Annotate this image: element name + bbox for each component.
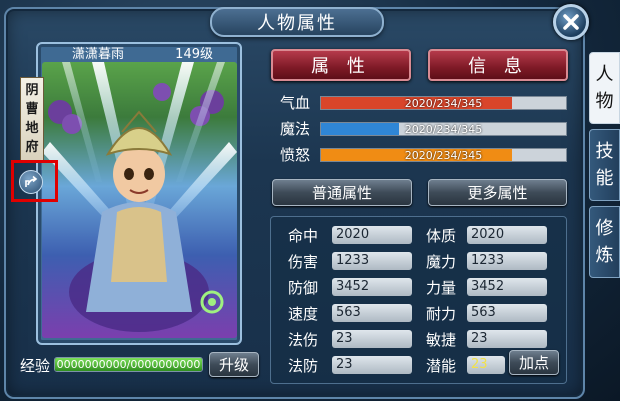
- highlight-box: [11, 160, 58, 202]
- stat-label: 魔力: [426, 253, 457, 271]
- school-char: 府: [25, 140, 39, 155]
- stat-value: 563: [467, 304, 547, 322]
- tab-normal-attributes[interactable]: 普通属性: [272, 179, 412, 206]
- stat-label: 防御: [288, 279, 319, 297]
- stat-value: 3452: [467, 278, 547, 296]
- stat-value: 23: [332, 356, 412, 374]
- school-char: 阴: [25, 83, 39, 98]
- hp-value: 2020/234/345: [404, 97, 483, 110]
- stat-label: 速度: [288, 305, 319, 323]
- stat-value: 23: [332, 330, 412, 348]
- stat-label: 法防: [288, 357, 319, 375]
- tab-attributes[interactable]: 属 性: [271, 49, 411, 81]
- character-portrait: [42, 62, 237, 338]
- character-name: 潇潇暮雨: [72, 46, 125, 62]
- rage-label: 愤怒: [280, 146, 311, 164]
- stat-label: 敏捷: [426, 331, 457, 349]
- tab-more-attributes[interactable]: 更多属性: [428, 179, 567, 206]
- side-tab-char: 修: [595, 218, 614, 239]
- stat-value: 1233: [467, 252, 547, 270]
- school-char: 地: [25, 121, 39, 136]
- side-tab-char: 物: [595, 91, 614, 112]
- tab-info[interactable]: 信 息: [428, 49, 568, 81]
- stat-value: 3452: [332, 278, 412, 296]
- stat-value: 23: [467, 330, 547, 348]
- upgrade-button[interactable]: 升级: [209, 352, 259, 377]
- rage-bar: 2020/234/345: [320, 148, 567, 162]
- school-badge: 阴 曹 地 府: [20, 77, 44, 161]
- side-tab-skills[interactable]: 技 能: [589, 129, 620, 201]
- character-illustration: [42, 62, 237, 332]
- stat-label: 伤害: [288, 253, 319, 271]
- stat-label: 潜能: [426, 357, 457, 375]
- hp-bar: 2020/234/345: [320, 96, 567, 110]
- side-tab-char: 技: [595, 141, 614, 162]
- stat-value: 563: [332, 304, 412, 322]
- close-button[interactable]: [553, 4, 589, 40]
- stat-value: 2020: [332, 226, 412, 244]
- stat-label: 法伤: [288, 331, 319, 349]
- mp-bar: 2020/234/345: [320, 122, 567, 136]
- school-char: 曹: [25, 102, 39, 117]
- character-header: 潇潇暮雨 149级: [46, 43, 231, 62]
- exp-value: 0000000000/0000000000: [56, 358, 201, 371]
- add-points-button[interactable]: 加点: [509, 350, 559, 375]
- character-level: 149级: [175, 46, 213, 62]
- rage-value: 2020/234/345: [404, 149, 483, 162]
- side-tab-char: 人: [595, 64, 614, 85]
- stat-label: 体质: [426, 227, 457, 245]
- exp-label: 经验: [20, 357, 51, 375]
- stat-label: 耐力: [426, 305, 457, 323]
- hp-label: 气血: [280, 94, 311, 112]
- side-tab-char: 炼: [595, 245, 614, 266]
- stat-label: 命中: [288, 227, 319, 245]
- stat-label: 力量: [426, 279, 457, 297]
- close-icon: [563, 14, 579, 30]
- side-tab-char: 能: [595, 168, 614, 189]
- side-tab-cultivation[interactable]: 修 炼: [589, 206, 620, 278]
- stat-value: 2020: [467, 226, 547, 244]
- stat-value: 1233: [332, 252, 412, 270]
- potential-value: 23: [467, 356, 505, 374]
- mp-label: 魔法: [280, 120, 311, 138]
- exp-bar: 0000000000/0000000000: [54, 357, 203, 372]
- mp-value: 2020/234/345: [404, 123, 483, 136]
- side-tab-character[interactable]: 人 物: [589, 52, 620, 124]
- window-title: 人物属性: [210, 7, 384, 37]
